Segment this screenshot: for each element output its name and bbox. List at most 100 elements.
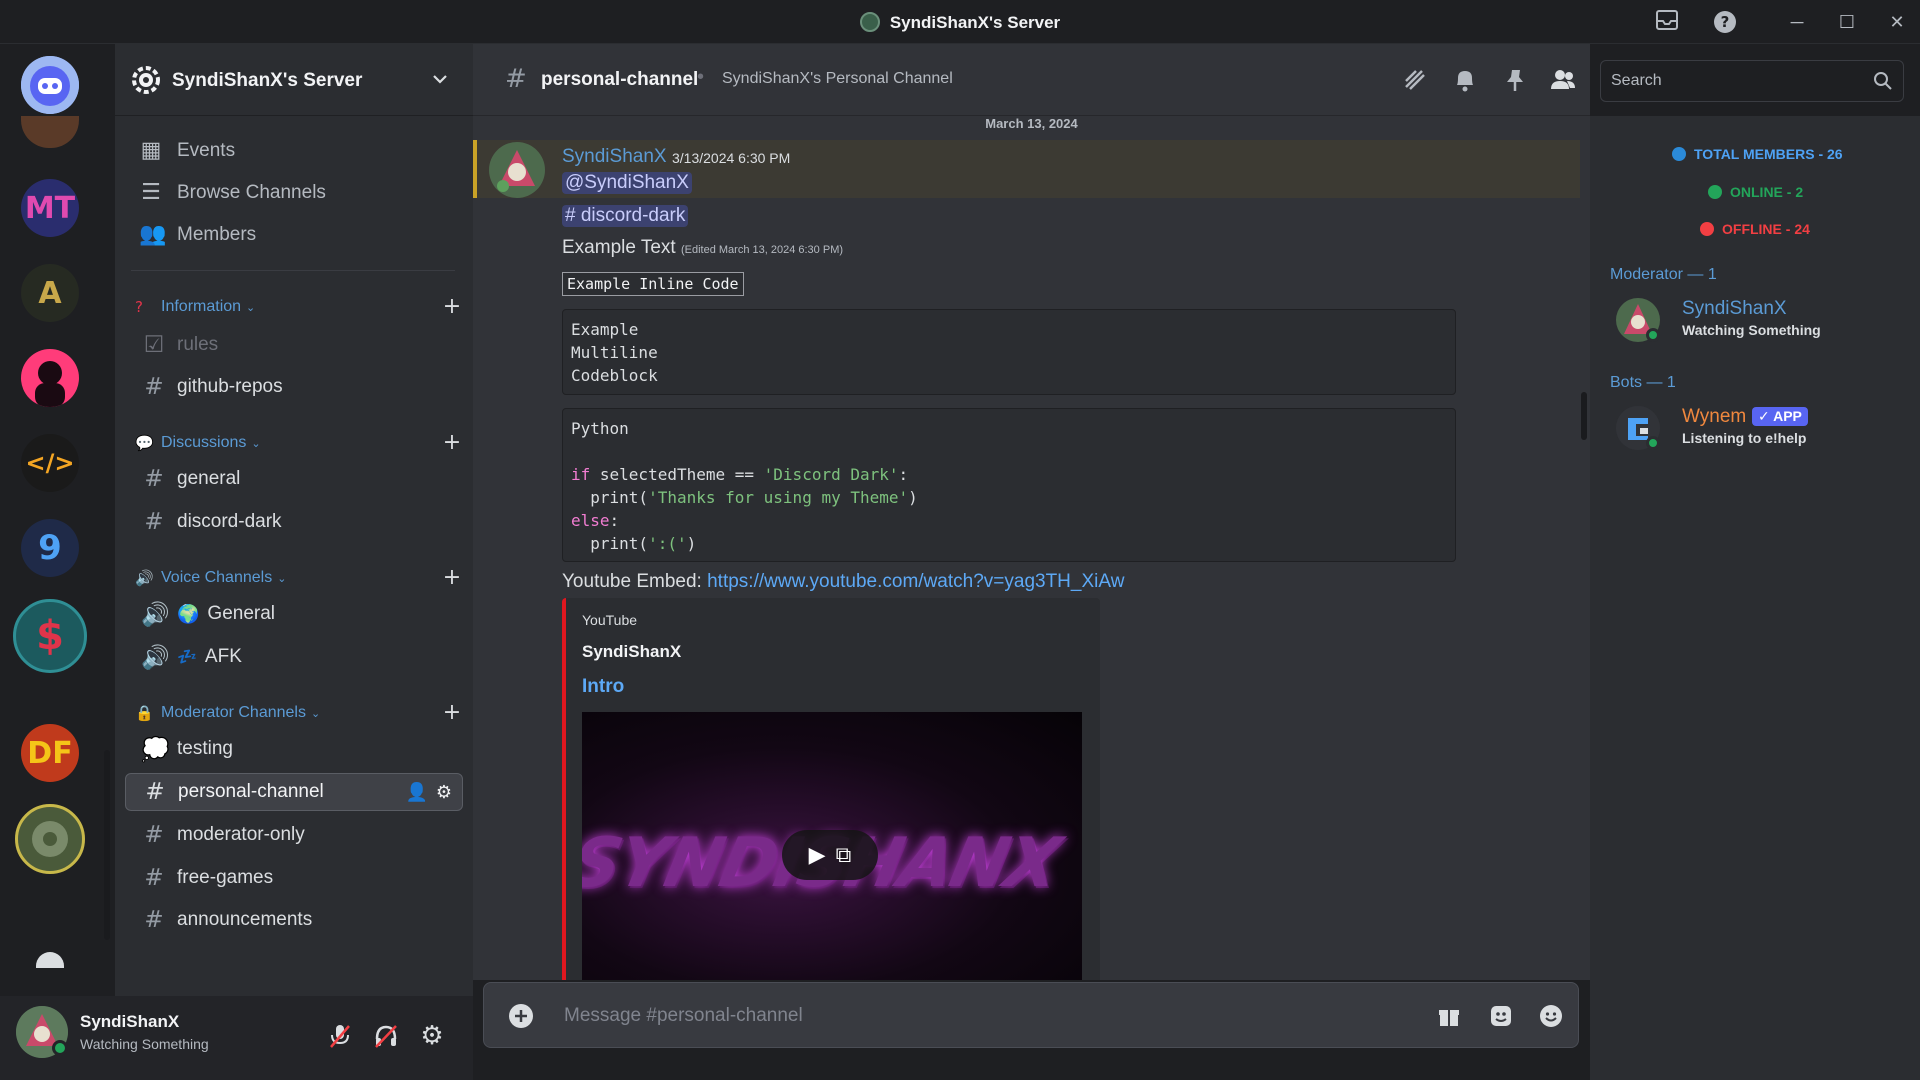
member-list: TOTAL MEMBERS - 26 ONLINE - 2 OFFLINE - … [1590, 116, 1920, 1080]
calendar-icon: ▦ [140, 138, 162, 163]
message-author[interactable]: SyndiShanX [562, 146, 667, 168]
voice-channel-afk[interactable]: 🔊 💤 AFK [125, 638, 463, 676]
mute-icon[interactable] [324, 1020, 356, 1052]
sticker-icon[interactable] [1486, 1001, 1516, 1031]
category-label: Information [161, 298, 242, 315]
home-avatar[interactable] [21, 56, 79, 114]
channel-label: moderator-only [177, 824, 305, 845]
search-box[interactable] [1600, 60, 1904, 102]
youtube-embed: YouTube SyndiShanX Intro SYNDISHANX ▶ ⧉ [562, 598, 1100, 980]
video-thumbnail[interactable]: SYNDISHANX ▶ ⧉ [582, 712, 1082, 980]
code-line: Python [571, 419, 629, 438]
gift-icon[interactable] [1434, 1001, 1464, 1031]
channel-rules[interactable]: ☑ rules [125, 326, 463, 364]
avatar[interactable] [489, 142, 545, 198]
server-header[interactable]: SyndiShanX's Server [115, 44, 473, 116]
member-wynem[interactable]: Wynem ✓ APP Listening to e!help [1616, 404, 1906, 456]
total-members: TOTAL MEMBERS - 26 [1672, 146, 1843, 162]
nav-members-label: Members [177, 224, 257, 245]
category-moderator-channels[interactable]: 🔒 Moderator Channels ⌄ + [135, 700, 465, 726]
member-status: Listening to e!help [1682, 430, 1807, 446]
code-line: print(':(') [571, 534, 697, 553]
emoji-icon[interactable] [1536, 1001, 1566, 1031]
open-external-icon[interactable]: ⧉ [836, 843, 852, 868]
channel-announcements[interactable]: # announcements [125, 901, 463, 939]
server-icon-avatar[interactable] [21, 349, 79, 407]
speaker-icon: 🔊 [135, 569, 154, 587]
add-channel-button[interactable]: + [439, 700, 465, 725]
rail-scrollbar[interactable] [104, 750, 110, 940]
channel-testing[interactable]: 💭 testing [125, 730, 463, 768]
server-icon-9[interactable]: 9 [21, 519, 79, 577]
category-discussions[interactable]: 💬 Discussions ⌄ + [135, 430, 465, 456]
nav-browse-label: Browse Channels [177, 182, 326, 203]
member-list-icon[interactable] [1549, 66, 1577, 94]
server-icon-gear[interactable] [15, 804, 85, 874]
channel-label: general [177, 468, 241, 489]
search-icon[interactable] [1873, 71, 1893, 91]
deafen-icon[interactable] [370, 1020, 402, 1052]
user-settings-icon[interactable]: ⚙ [416, 1020, 448, 1052]
embed-author[interactable]: SyndiShanX [582, 642, 681, 662]
member-syndishanx[interactable]: SyndiShanX Watching Something [1616, 296, 1906, 348]
close-icon[interactable]: ✕ [1884, 10, 1910, 34]
server-icon-mt[interactable]: MT [21, 179, 79, 237]
chevron-down-icon: ⌄ [310, 707, 321, 720]
threads-icon[interactable] [1401, 66, 1429, 94]
nav-events[interactable]: ▦ Events [129, 132, 459, 170]
channel-personal-channel[interactable]: # personal-channel 👤 ⚙ [125, 773, 463, 811]
channel-discord-dark[interactable]: # discord-dark [125, 503, 463, 541]
code-line: Codeblock [571, 366, 658, 385]
minimize-icon[interactable]: ─ [1784, 10, 1810, 34]
channel-mention[interactable]: # discord-dark [562, 205, 689, 227]
message-scrollbar[interactable] [1581, 392, 1587, 440]
help-icon[interactable]: ? [1712, 10, 1738, 34]
add-attachment-icon[interactable] [506, 1001, 536, 1031]
channel-github-repos[interactable]: # github-repos [125, 368, 463, 406]
pin-icon[interactable] [1501, 66, 1529, 94]
server-icon-a[interactable]: A [21, 264, 79, 322]
channel-sidebar: SyndiShanX's Server ▦ Events ☰ Browse Chan… [115, 44, 473, 996]
play-icon[interactable]: ▶ [809, 843, 826, 868]
member-status: Watching Something [1682, 322, 1821, 338]
category-voice-channels[interactable]: 🔊 Voice Channels ⌄ + [135, 565, 465, 591]
settings-icon[interactable]: ⚙ [436, 782, 452, 803]
speech-bubble-icon: 💬 [135, 434, 154, 452]
date-divider: March 13, 2024 [985, 116, 1078, 131]
server-icon-active[interactable]: $ [13, 599, 87, 673]
user-mention[interactable]: @SyndiShanX [562, 172, 692, 194]
server-icon-partial[interactable] [21, 116, 79, 148]
inbox-icon[interactable] [1654, 10, 1680, 34]
channel-moderator-only[interactable]: # moderator-only [125, 816, 463, 854]
window-title-text: SyndiShanX's Server [889, 13, 1061, 32]
invite-icon[interactable]: 👤 [405, 782, 427, 803]
channel-free-games[interactable]: # free-games [125, 859, 463, 897]
notification-bell-icon[interactable] [1451, 66, 1479, 94]
nav-browse-channels[interactable]: ☰ Browse Channels [129, 174, 459, 212]
question-icon: ? [135, 298, 143, 316]
speaker-icon: 🔊 [141, 644, 170, 671]
add-channel-button[interactable]: + [439, 294, 465, 319]
embed-line: Youtube Embed: https://www.youtube.com/w… [562, 571, 1124, 593]
hash-icon: # [144, 509, 164, 535]
online-status-dot [1646, 436, 1660, 450]
embed-title[interactable]: Intro [582, 676, 624, 698]
channel-label: testing [177, 738, 233, 759]
nav-members[interactable]: 👥 Members [129, 216, 459, 254]
search-input[interactable] [1611, 70, 1861, 92]
message-input[interactable] [564, 1004, 1364, 1028]
add-channel-button[interactable]: + [439, 430, 465, 455]
embed-provider[interactable]: YouTube [582, 612, 637, 628]
add-channel-button[interactable]: + [439, 565, 465, 590]
channel-header: # personal-channel • SyndiShanX's Person… [473, 44, 1590, 116]
embed-link[interactable]: https://www.youtube.com/watch?v=yag3TH_X… [707, 571, 1124, 592]
category-information[interactable]: ? Information ⌄ + [135, 294, 465, 320]
voice-channel-general[interactable]: 🔊 🌍 General [125, 595, 463, 633]
server-icon-code[interactable]: </> [21, 434, 79, 492]
maximize-icon[interactable]: ☐ [1834, 10, 1860, 34]
server-icon-df[interactable]: DF [21, 724, 79, 782]
channel-topic[interactable]: SyndiShanX's Personal Channel [722, 70, 953, 88]
add-server-icon[interactable] [36, 952, 64, 968]
chevron-down-icon[interactable] [429, 68, 451, 90]
channel-general[interactable]: # general [125, 460, 463, 498]
